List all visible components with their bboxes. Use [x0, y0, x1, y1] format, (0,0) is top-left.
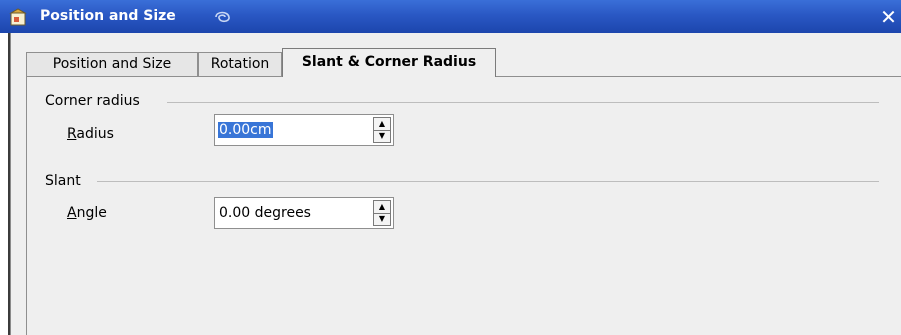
window-titlebar[interactable]: Position and Size ✕	[0, 0, 901, 34]
angle-label: Angle	[67, 205, 107, 221]
radius-label-rest: adius	[76, 126, 114, 142]
close-button[interactable]: ✕	[876, 6, 901, 28]
radius-spinbox[interactable]: 0.00cm ▲ ▼	[214, 114, 394, 146]
corner-radius-section-label: Corner radius	[45, 93, 140, 109]
dialog-body	[10, 33, 901, 335]
close-icon: ✕	[880, 5, 897, 29]
arrow-down-icon[interactable]: ▼	[374, 213, 390, 225]
corner-radius-separator	[167, 102, 879, 103]
angle-label-rest: ngle	[76, 205, 107, 221]
swirl-icon	[215, 11, 230, 23]
tab-slant-corner-radius[interactable]: Slant & Corner Radius	[282, 48, 496, 77]
window-title: Position and Size	[40, 8, 176, 24]
angle-input[interactable]: 0.00 degrees	[219, 205, 311, 221]
slant-separator	[97, 181, 879, 182]
angle-spin-buttons[interactable]: ▲ ▼	[373, 200, 391, 226]
radius-label: Radius	[67, 126, 114, 142]
radius-spin-buttons[interactable]: ▲ ▼	[373, 117, 391, 143]
slant-section-label: Slant	[45, 173, 81, 189]
angle-label-mnemonic: A	[67, 205, 77, 221]
tab-rotation[interactable]: Rotation	[198, 52, 282, 76]
radius-label-mnemonic: R	[67, 126, 77, 142]
tab-position-and-size[interactable]: Position and Size	[26, 52, 198, 76]
tab-panel-left-border	[26, 76, 27, 335]
radius-input[interactable]: 0.00cm	[218, 122, 273, 138]
arrow-down-icon[interactable]: ▼	[374, 130, 390, 142]
angle-spinbox[interactable]: 0.00 degrees ▲ ▼	[214, 197, 394, 229]
window-app-icon	[9, 8, 27, 26]
